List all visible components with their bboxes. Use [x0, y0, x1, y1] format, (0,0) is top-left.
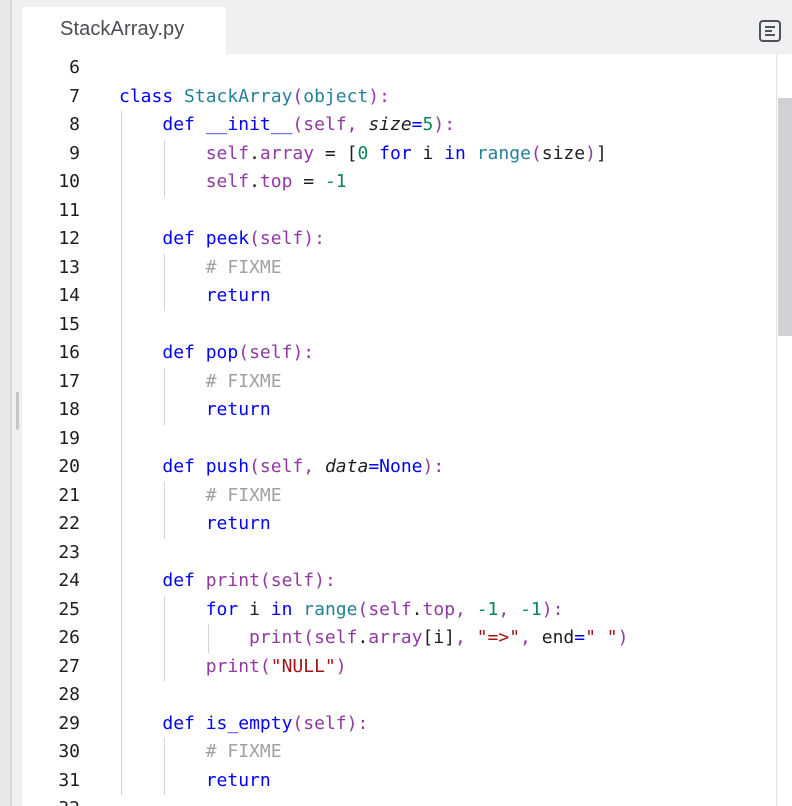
- code-line[interactable]: 17 # FIXME: [22, 367, 778, 396]
- code-text: def peek(self):: [162, 228, 325, 249]
- code-editor[interactable]: 6 7 class StackArray(object): 8 def __init_…: [22, 54, 778, 806]
- vertical-scrollbar-thumb[interactable]: [778, 98, 792, 336]
- code-line[interactable]: 29 def is_empty(self):: [22, 709, 778, 738]
- line-number: 30: [58, 741, 80, 762]
- code-text: print("NULL"): [205, 655, 347, 677]
- menu-list-icon[interactable]: [759, 20, 781, 42]
- code-text: # FIXME: [205, 741, 282, 762]
- code-text: return: [205, 285, 271, 306]
- indent-guide: [121, 681, 122, 710]
- code-text: self.array = [0 for i in range(size)]: [205, 142, 607, 164]
- line-number: 15: [58, 313, 80, 335]
- code-line[interactable]: 32: [22, 795, 778, 806]
- code-line[interactable]: 24 def print(self):: [22, 567, 778, 596]
- code-line[interactable]: 6: [22, 54, 778, 83]
- code-line[interactable]: 12 def peek(self):: [22, 225, 778, 254]
- code-line[interactable]: 11: [22, 196, 778, 225]
- tab-label: StackArray.py: [60, 18, 185, 40]
- code-line[interactable]: 8 def __init__(self, size=5):: [22, 111, 778, 140]
- code-line[interactable]: 21 # FIXME: [22, 481, 778, 510]
- line-number: 23: [58, 541, 80, 563]
- code-line[interactable]: 27 print("NULL"): [22, 652, 778, 681]
- line-number: 11: [58, 199, 80, 221]
- code-text: # FIXME: [205, 484, 282, 506]
- code-line[interactable]: 20 def push(self, data=None):: [22, 453, 778, 482]
- code-line[interactable]: 23: [22, 538, 778, 567]
- code-line[interactable]: 14 return: [22, 282, 778, 311]
- line-number: 14: [58, 285, 80, 306]
- line-number: 25: [58, 598, 80, 620]
- code-text: # FIXME: [205, 256, 282, 278]
- line-number: 19: [58, 427, 80, 449]
- line-number: 9: [69, 142, 80, 164]
- code-line[interactable]: 15: [22, 310, 778, 339]
- line-number: 29: [58, 712, 80, 734]
- code-line[interactable]: 10 self.top = -1: [22, 168, 778, 197]
- code-line[interactable]: 19: [22, 424, 778, 453]
- editor-right-border: [776, 54, 777, 806]
- line-number: 32: [22, 795, 80, 806]
- code-line[interactable]: 7 class StackArray(object):: [22, 83, 778, 112]
- code-text: def __init__(self, size=5):: [162, 114, 456, 135]
- code-line[interactable]: 16 def pop(self):: [22, 339, 778, 368]
- indent-guide: [121, 424, 122, 453]
- pane-divider: [10, 0, 12, 806]
- code-text: def push(self, data=None):: [162, 456, 445, 477]
- code-text: def pop(self):: [162, 342, 315, 363]
- line-number: 13: [58, 256, 80, 278]
- line-number: 28: [58, 684, 80, 705]
- code-line[interactable]: 30 # FIXME: [22, 738, 778, 767]
- code-text: self.top = -1: [205, 171, 347, 192]
- line-number: 26: [58, 627, 80, 648]
- code-text: return: [205, 513, 271, 534]
- pane-resize-handle[interactable]: [16, 392, 19, 430]
- code-line[interactable]: 25 for i in range(self.top, -1, -1):: [22, 595, 778, 624]
- code-line[interactable]: 28: [22, 681, 778, 710]
- code-line[interactable]: 22 return: [22, 510, 778, 539]
- indent-guide: [121, 310, 122, 339]
- line-number: 17: [58, 370, 80, 392]
- code-text: return: [205, 769, 271, 791]
- line-number: 20: [58, 456, 80, 477]
- line-number: 21: [58, 484, 80, 506]
- code-line[interactable]: 13 # FIXME: [22, 253, 778, 282]
- code-line[interactable]: 26 print(self.array[i], "=>", end=" "): [22, 624, 778, 653]
- left-panel-strip: [0, 0, 19, 806]
- line-number: 27: [58, 655, 80, 677]
- line-number: 12: [58, 228, 80, 249]
- line-number: 16: [58, 342, 80, 363]
- code-text: # FIXME: [205, 370, 282, 392]
- tab-stackarray-py[interactable]: StackArray.py: [22, 7, 226, 54]
- code-text: return: [205, 399, 271, 420]
- code-text: print(self.array[i], "=>", end=" "): [249, 627, 629, 648]
- code-text: for i in range(self.top, -1, -1):: [205, 598, 564, 620]
- code-text: def print(self):: [162, 570, 336, 591]
- line-number: 24: [58, 570, 80, 591]
- code-text: def is_empty(self):: [162, 712, 369, 734]
- line-number: 18: [58, 399, 80, 420]
- line-number: 6: [69, 57, 80, 78]
- line-number: 10: [58, 171, 80, 192]
- code-line[interactable]: 31 return: [22, 766, 778, 795]
- line-number: 31: [58, 769, 80, 791]
- line-number: 7: [69, 85, 80, 107]
- line-number: 22: [58, 513, 80, 534]
- indent-guide: [121, 538, 122, 567]
- indent-guide: [121, 196, 122, 225]
- code-line[interactable]: 9 self.array = [0 for i in range(size)]: [22, 139, 778, 168]
- code-line[interactable]: 18 return: [22, 396, 778, 425]
- code-text: class StackArray(object):: [119, 85, 390, 107]
- line-number: 8: [69, 114, 80, 135]
